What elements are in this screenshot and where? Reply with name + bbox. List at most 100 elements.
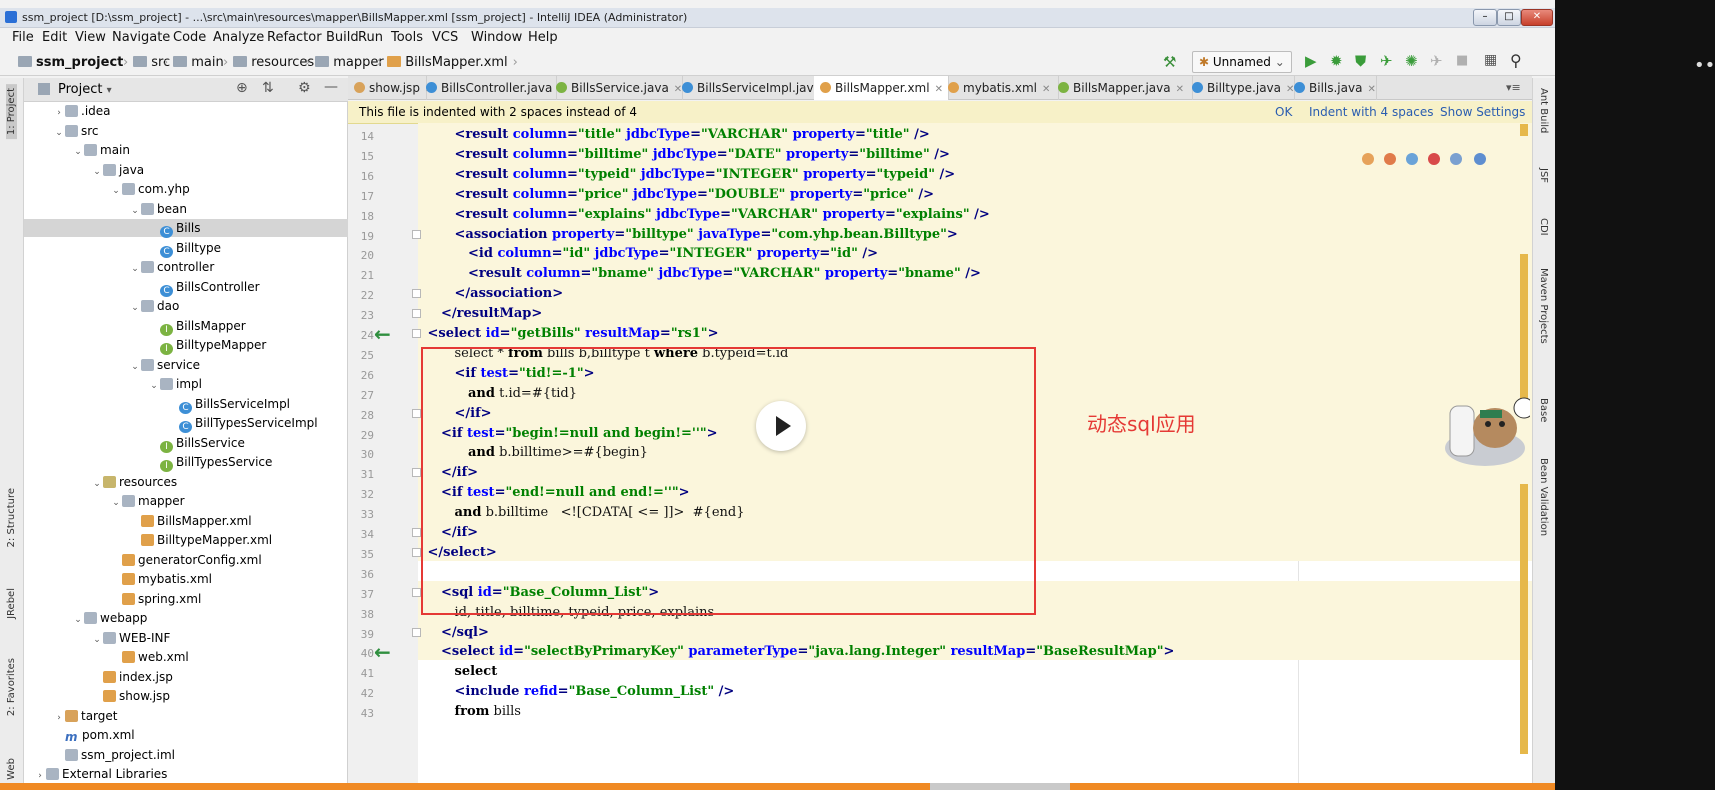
tree-item-billtypesserviceimpl[interactable]: C BillTypesServiceImpl bbox=[24, 414, 348, 433]
expand-arrow-icon[interactable]: ⌄ bbox=[129, 358, 141, 376]
tool-window-jsf[interactable]: JSF bbox=[1538, 168, 1549, 183]
fold-marker-icon[interactable] bbox=[412, 329, 421, 338]
tree-item-billtypesservice[interactable]: I BillTypesService bbox=[24, 453, 348, 472]
close-tab-icon[interactable]: ✕ bbox=[1367, 84, 1375, 95]
tree-item-target[interactable]: › target bbox=[24, 707, 348, 725]
project-structure-icon[interactable]: ▦ bbox=[1484, 52, 1497, 68]
menu-file[interactable]: File bbox=[12, 30, 34, 45]
code-line[interactable]: <result column="typeid" jdbcType="INTEGE… bbox=[455, 165, 956, 185]
expand-arrow-icon[interactable]: ⌄ bbox=[148, 377, 160, 395]
tree-item-generatorconfig-xml[interactable]: generatorConfig.xml bbox=[24, 551, 348, 569]
fold-marker-icon[interactable] bbox=[412, 627, 421, 637]
tab-show-jsp[interactable]: show.jsp✕ bbox=[348, 76, 433, 100]
tree-item-service[interactable]: ⌄ service bbox=[24, 356, 348, 374]
tree-item-billtypemapper[interactable]: I BilltypeMapper bbox=[24, 336, 348, 355]
maximize-button[interactable]: □ bbox=[1497, 9, 1521, 26]
fold-marker-icon[interactable] bbox=[412, 468, 421, 478]
menu-run[interactable]: Run bbox=[358, 30, 383, 45]
breadcrumb-main[interactable]: › main bbox=[158, 55, 224, 70]
expand-arrow-icon[interactable]: ⌄ bbox=[91, 475, 103, 493]
expand-arrow-icon[interactable]: ⌄ bbox=[129, 202, 141, 220]
edge-icon[interactable] bbox=[1474, 153, 1486, 165]
tree-item-billtypemapper-xml[interactable]: BilltypeMapper.xml bbox=[24, 531, 348, 549]
tree-item-com-yhp[interactable]: ⌄ com.yhp bbox=[24, 180, 348, 198]
rebel-run-icon[interactable]: ✈ bbox=[1380, 52, 1393, 70]
fold-marker-icon[interactable] bbox=[412, 528, 421, 537]
fold-marker-icon[interactable] bbox=[412, 408, 421, 418]
tree-item-impl[interactable]: ⌄ impl bbox=[24, 375, 348, 393]
menu-window[interactable]: Window bbox=[471, 30, 522, 45]
tree-item--idea[interactable]: › .idea bbox=[24, 102, 348, 120]
menu-view[interactable]: View bbox=[75, 30, 106, 45]
video-progress-bar[interactable] bbox=[0, 783, 1555, 790]
ie-icon[interactable] bbox=[1450, 153, 1462, 165]
collapse-all-icon[interactable]: ⇅ bbox=[262, 80, 274, 96]
tree-item-mapper[interactable]: ⌄ mapper bbox=[24, 492, 348, 510]
tree-item-bills[interactable]: C Bills bbox=[24, 219, 348, 238]
opera-icon[interactable] bbox=[1428, 153, 1440, 165]
rebel-debug-icon[interactable]: ✺ bbox=[1405, 52, 1418, 70]
code-line[interactable]: <result column="explains" jdbcType="VARC… bbox=[455, 205, 990, 225]
indent-with-4-spaces-link[interactable]: Indent with 4 spaces bbox=[1309, 105, 1433, 119]
code-line[interactable]: <result column="price" jdbcType="DOUBLE"… bbox=[455, 185, 935, 205]
play-video-button[interactable] bbox=[756, 401, 806, 451]
search-icon[interactable]: ⚲ bbox=[1510, 51, 1522, 70]
tree-item-web-inf[interactable]: ⌄ WEB-INF bbox=[24, 629, 348, 647]
menu-vcs[interactable]: VCS bbox=[432, 30, 458, 45]
tree-item-index-jsp[interactable]: index.jsp bbox=[24, 668, 348, 686]
tree-item-ssm-project-iml[interactable]: ssm_project.iml bbox=[24, 746, 348, 764]
stop-icon[interactable]: ■ bbox=[1456, 53, 1468, 68]
menu-edit[interactable]: Edit bbox=[42, 30, 67, 45]
minimize-button[interactable]: – bbox=[1473, 9, 1497, 26]
show-settings-link[interactable]: Show Settings bbox=[1440, 105, 1525, 119]
tree-item-external-libraries[interactable]: › External Libraries bbox=[24, 765, 348, 783]
menu-tools[interactable]: Tools bbox=[391, 30, 423, 45]
close-window-button[interactable]: ✕ bbox=[1521, 9, 1553, 26]
tab-billtype-java[interactable]: Billtype.java ✕ bbox=[1186, 76, 1295, 100]
fold-marker-icon[interactable] bbox=[412, 289, 421, 299]
breadcrumb-project[interactable]: ssm_project bbox=[18, 55, 123, 70]
expand-arrow-icon[interactable]: ⌄ bbox=[129, 260, 141, 278]
code-line[interactable]: <result column="bname" jdbcType="VARCHAR… bbox=[468, 264, 981, 284]
tab-bills-java[interactable]: Bills.java ✕ bbox=[1288, 76, 1377, 100]
code-line[interactable]: select bbox=[455, 662, 498, 682]
tree-item-billsserviceimpl[interactable]: C BillsServiceImpl bbox=[24, 395, 348, 414]
build-hammer-icon[interactable]: ⚒ bbox=[1163, 53, 1176, 71]
tool-window-jrebel[interactable]: JRebel bbox=[6, 588, 17, 619]
close-tab-icon[interactable]: ✕ bbox=[1042, 84, 1050, 95]
gear-icon[interactable]: ⚙ bbox=[298, 80, 311, 96]
expand-arrow-icon[interactable]: › bbox=[53, 709, 65, 727]
code-line[interactable]: </association> bbox=[455, 284, 564, 304]
run-config-select[interactable]: ✱ Unnamed ⌄ bbox=[1192, 51, 1292, 73]
code-line[interactable]: <id column="id" jdbcType="INTEGER" prope… bbox=[468, 244, 878, 264]
fold-marker-icon[interactable] bbox=[412, 587, 421, 597]
tool-window-maven[interactable]: Maven Projects bbox=[1538, 268, 1549, 344]
tab-list-icon[interactable]: ▾≡ bbox=[1506, 81, 1521, 94]
tree-item-show-jsp[interactable]: show.jsp bbox=[24, 687, 348, 705]
tab-billsserviceimpl-java[interactable]: BillsServiceImpl.java✕ bbox=[676, 76, 834, 100]
tree-item-billtype[interactable]: C Billtype bbox=[24, 239, 348, 258]
tree-item-billsservice[interactable]: I BillsService bbox=[24, 434, 348, 453]
tree-item-webapp[interactable]: ⌄ webapp bbox=[24, 609, 348, 627]
chrome-icon[interactable] bbox=[1362, 153, 1374, 165]
tree-item-mybatis-xml[interactable]: mybatis.xml bbox=[24, 570, 348, 588]
expand-arrow-icon[interactable]: › bbox=[53, 104, 65, 122]
attach-icon[interactable]: ✈ bbox=[1430, 52, 1443, 70]
tree-item-resources[interactable]: ⌄ resources bbox=[24, 473, 348, 491]
menu-refactor[interactable]: Refactor bbox=[267, 30, 322, 45]
breadcrumb-file[interactable]: › BillsMapper.xml › bbox=[372, 55, 523, 70]
tree-item-dao[interactable]: ⌄ dao bbox=[24, 297, 348, 315]
menu-help[interactable]: Help bbox=[528, 30, 558, 45]
expand-arrow-icon[interactable]: ⌄ bbox=[72, 143, 84, 161]
tab-mybatis-xml[interactable]: mybatis.xml ✕ bbox=[942, 76, 1059, 100]
tree-item-controller[interactable]: ⌄ controller bbox=[24, 258, 348, 276]
tree-item-src[interactable]: ⌄ src bbox=[24, 122, 348, 140]
fold-marker-icon[interactable] bbox=[412, 229, 421, 239]
expand-arrow-icon[interactable]: ⌄ bbox=[91, 631, 103, 649]
fold-marker-icon[interactable] bbox=[412, 309, 421, 319]
tool-window-cdi[interactable]: CDI bbox=[1538, 218, 1549, 236]
code-line[interactable]: </sql> bbox=[441, 623, 489, 643]
hide-panel-icon[interactable]: — bbox=[324, 79, 338, 95]
code-line[interactable]: <result column="billtime" jdbcType="DATE… bbox=[455, 145, 950, 165]
tool-window-structure[interactable]: 2: Structure bbox=[6, 488, 17, 547]
